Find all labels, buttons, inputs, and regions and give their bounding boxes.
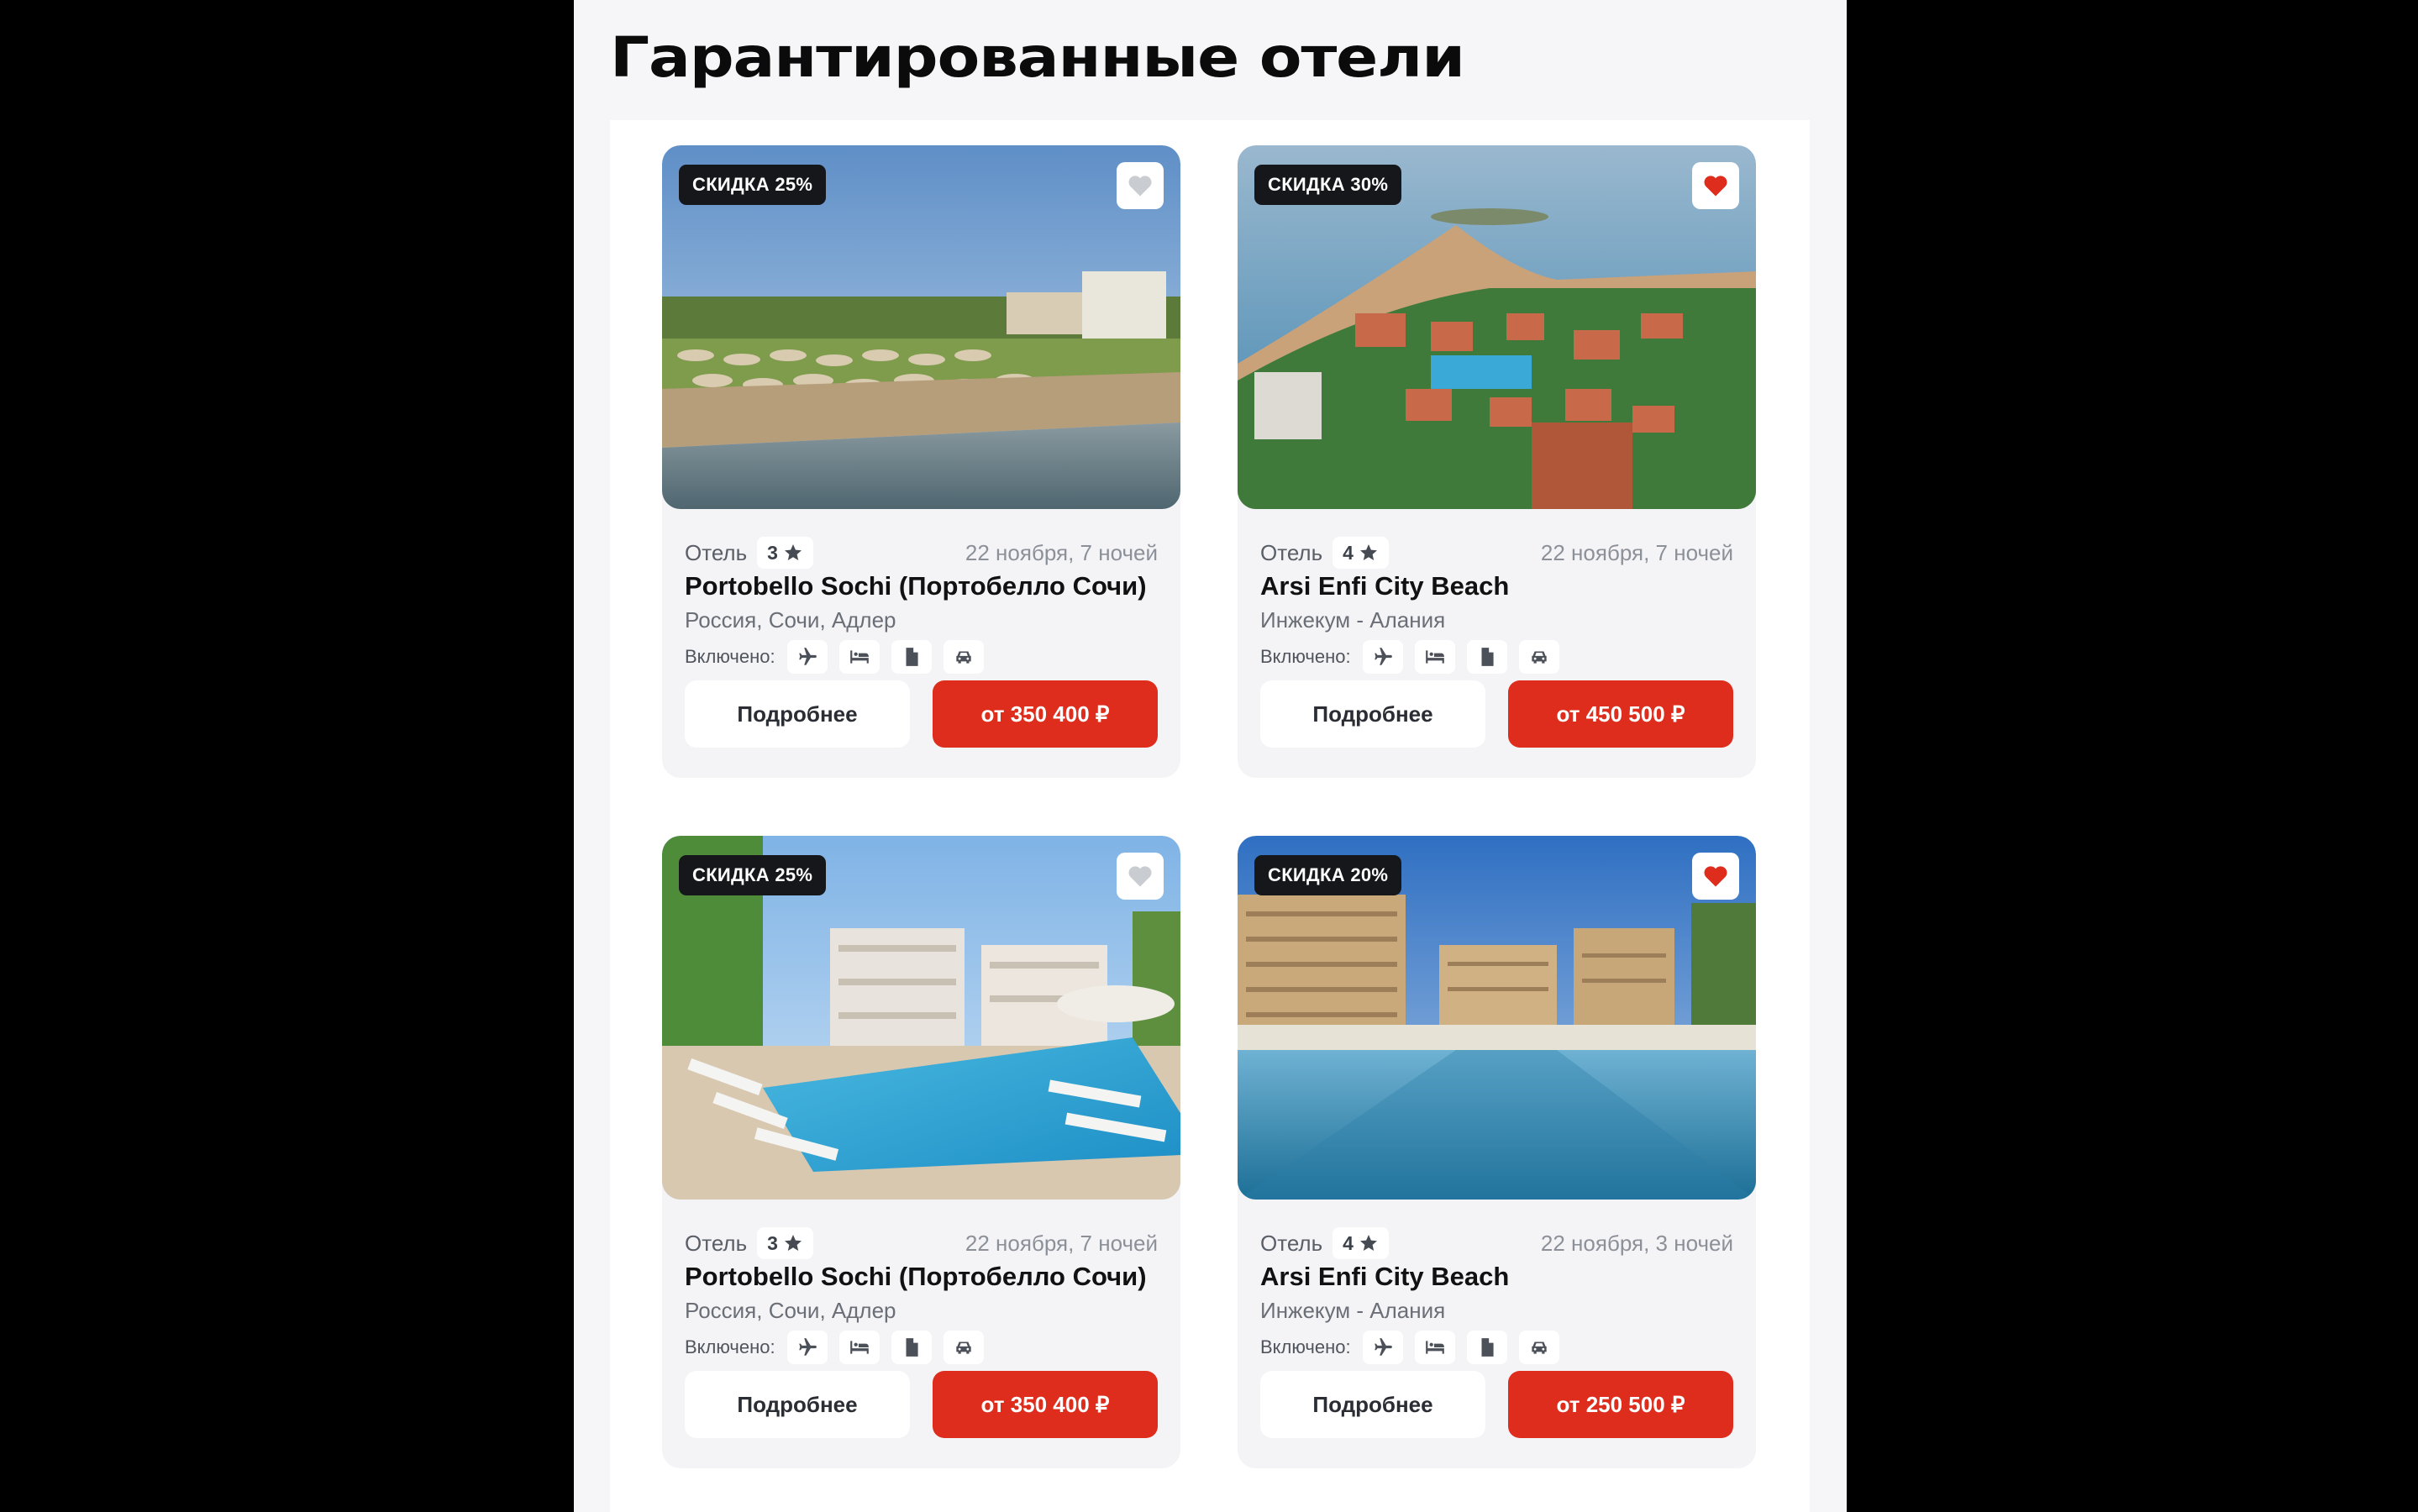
details-button[interactable]: Подробнее xyxy=(685,1371,910,1438)
included-label: Включено: xyxy=(685,1336,775,1357)
included-services: Включено: xyxy=(1260,638,1571,676)
hotel-location: Инжекум - Алания xyxy=(1260,607,1446,633)
details-button[interactable]: Подробнее xyxy=(1260,1371,1485,1438)
hotel-photo[interactable]: СКИДКА 20% xyxy=(1238,836,1756,1200)
document-icon xyxy=(1466,640,1507,674)
hotel-meta: Отель 3 22 ноября, 7 ночей xyxy=(685,1226,1158,1260)
details-button[interactable]: Подробнее xyxy=(1260,680,1485,748)
hotel-meta: Отель 4 22 ноября, 7 ночей xyxy=(1260,536,1733,570)
bed-icon xyxy=(1414,1331,1455,1364)
hotel-card[interactable]: СКИДКА 25% Отель 3 22 ноября, 7 ночей Po… xyxy=(662,836,1180,1468)
hotel-card[interactable]: СКИДКА 25% Отель 3 22 ноября, 7 ночей Po… xyxy=(662,145,1180,778)
hotel-photo[interactable]: СКИДКА 25% xyxy=(662,836,1180,1200)
page-title: Гарантированные отели xyxy=(610,25,1465,90)
included-services: Включено: xyxy=(685,638,996,676)
hotel-location: Инжекум - Алания xyxy=(1260,1298,1446,1323)
hotel-location: Россия, Сочи, Адлер xyxy=(685,1298,896,1323)
hotel-kind: Отель xyxy=(685,1230,748,1256)
document-icon xyxy=(1466,1331,1507,1364)
hotel-name[interactable]: Arsi Enfi City Beach xyxy=(1260,571,1509,601)
price-button[interactable]: от 450 500 ₽ xyxy=(1508,680,1733,748)
hotel-name[interactable]: Portobello Sochi (Портобелло Сочи) xyxy=(685,571,1147,601)
star-icon xyxy=(784,1235,802,1251)
hotel-kind: Отель xyxy=(1260,539,1323,565)
car-icon xyxy=(943,640,984,674)
star-rating: 4 xyxy=(1333,1227,1389,1259)
star-count: 3 xyxy=(767,541,778,564)
details-button[interactable]: Подробнее xyxy=(685,680,910,748)
hotel-card[interactable]: СКИДКА 20% Отель 4 22 ноября, 3 ночей Ar… xyxy=(1238,836,1756,1468)
plane-icon xyxy=(786,1331,828,1364)
car-icon xyxy=(1518,1331,1559,1364)
hotel-meta: Отель 4 22 ноября, 3 ночей xyxy=(1260,1226,1733,1260)
page: Гарантированные отели СКИДКА 25% Отель 3… xyxy=(574,0,1847,1512)
star-icon xyxy=(1359,544,1377,560)
hotel-photo[interactable]: СКИДКА 30% xyxy=(1238,145,1756,509)
star-icon xyxy=(1359,1235,1377,1251)
hotel-name[interactable]: Portobello Sochi (Портобелло Сочи) xyxy=(685,1262,1147,1292)
favorite-button[interactable] xyxy=(1117,853,1164,900)
hotel-grid: СКИДКА 25% Отель 3 22 ноября, 7 ночей Po… xyxy=(610,120,1810,1512)
included-label: Включено: xyxy=(1260,1336,1351,1357)
hotel-meta: Отель 3 22 ноября, 7 ночей xyxy=(685,536,1158,570)
favorite-button[interactable] xyxy=(1692,162,1739,209)
car-icon xyxy=(943,1331,984,1364)
plane-icon xyxy=(1362,1331,1403,1364)
included-services: Включено: xyxy=(685,1328,996,1367)
star-rating: 3 xyxy=(757,1227,813,1259)
favorite-button[interactable] xyxy=(1117,162,1164,209)
discount-badge: СКИДКА 25% xyxy=(679,855,827,895)
included-services: Включено: xyxy=(1260,1328,1571,1367)
hotel-kind: Отель xyxy=(1260,1230,1323,1256)
star-icon xyxy=(784,544,802,560)
trip-date: 22 ноября, 7 ночей xyxy=(1540,539,1733,565)
plane-icon xyxy=(1362,640,1403,674)
bed-icon xyxy=(1414,640,1455,674)
document-icon xyxy=(891,640,932,674)
hotel-photo[interactable]: СКИДКА 25% xyxy=(662,145,1180,509)
star-rating: 4 xyxy=(1333,537,1389,569)
hotel-location: Россия, Сочи, Адлер xyxy=(685,607,896,633)
discount-badge: СКИДКА 20% xyxy=(1254,855,1402,895)
star-count: 4 xyxy=(1343,541,1354,564)
heart-icon xyxy=(1704,176,1727,197)
included-label: Включено: xyxy=(685,646,775,667)
included-label: Включено: xyxy=(1260,646,1351,667)
hotel-kind: Отель xyxy=(685,539,748,565)
discount-badge: СКИДКА 25% xyxy=(679,165,827,205)
star-rating: 3 xyxy=(757,537,813,569)
heart-icon xyxy=(1704,866,1727,887)
hotel-name[interactable]: Arsi Enfi City Beach xyxy=(1260,1262,1509,1292)
heart-icon xyxy=(1128,176,1152,197)
trip-date: 22 ноября, 3 ночей xyxy=(1540,1230,1733,1256)
car-icon xyxy=(1518,640,1559,674)
price-button[interactable]: от 350 400 ₽ xyxy=(933,680,1158,748)
price-button[interactable]: от 250 500 ₽ xyxy=(1508,1371,1733,1438)
discount-badge: СКИДКА 30% xyxy=(1254,165,1402,205)
hotel-card[interactable]: СКИДКА 30% Отель 4 22 ноября, 7 ночей Ar… xyxy=(1238,145,1756,778)
star-count: 4 xyxy=(1343,1231,1354,1254)
bed-icon xyxy=(838,640,880,674)
price-button[interactable]: от 350 400 ₽ xyxy=(933,1371,1158,1438)
heart-icon xyxy=(1128,866,1152,887)
plane-icon xyxy=(786,640,828,674)
trip-date: 22 ноября, 7 ночей xyxy=(965,539,1158,565)
trip-date: 22 ноября, 7 ночей xyxy=(965,1230,1158,1256)
star-count: 3 xyxy=(767,1231,778,1254)
document-icon xyxy=(891,1331,932,1364)
favorite-button[interactable] xyxy=(1692,853,1739,900)
bed-icon xyxy=(838,1331,880,1364)
